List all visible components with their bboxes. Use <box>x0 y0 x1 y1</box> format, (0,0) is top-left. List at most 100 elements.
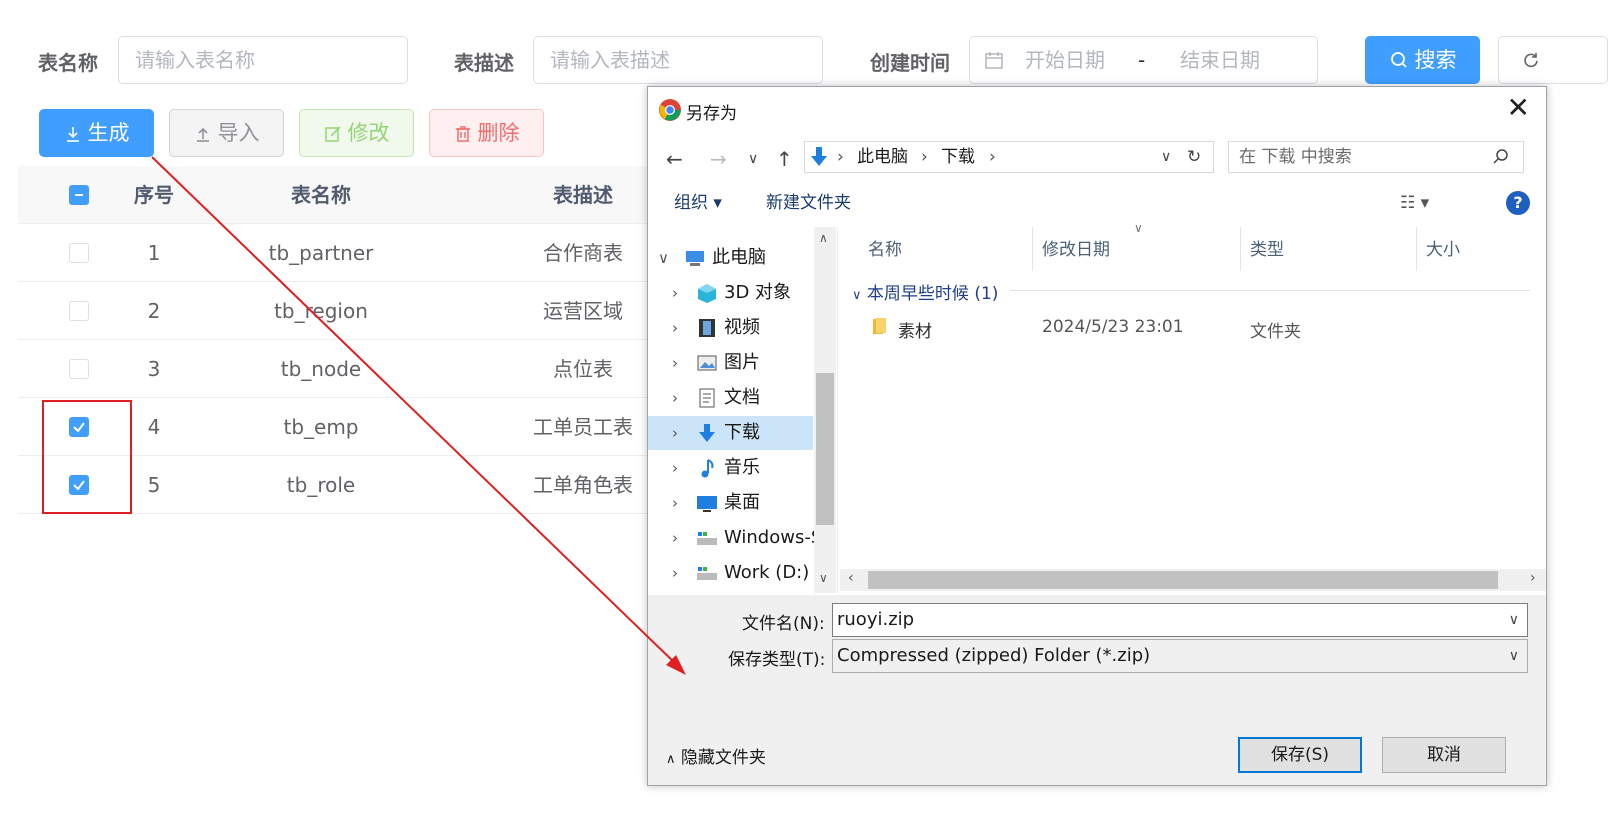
address-dropdown-icon[interactable]: ∨ <box>1161 142 1171 172</box>
breadcrumb-this-pc[interactable]: 此电脑 <box>857 142 908 172</box>
nav-item[interactable]: ∨ 此电脑 <box>648 241 813 275</box>
column-header-index: 序号 <box>134 183 174 207</box>
table-row[interactable]: 1 tb_partner 合作商表 <box>18 224 678 282</box>
breadcrumb-downloads[interactable]: 下载 <box>941 142 975 172</box>
dialog-toolbar: 组织 ▾ 新建文件夹 ☷ ▾ ? <box>648 183 1546 223</box>
recent-locations-icon[interactable]: ∨ <box>748 151 758 167</box>
calendar-icon <box>985 52 1003 69</box>
nav-item[interactable]: › Windows-S <box>648 521 822 555</box>
new-folder-button[interactable]: 新建文件夹 <box>766 183 851 223</box>
chrome-icon <box>659 99 681 121</box>
group-divider <box>1010 290 1530 291</box>
group-header[interactable]: ∨ 本周早些时候 (1) <box>852 279 998 304</box>
chevron-right-icon[interactable]: › <box>672 416 678 450</box>
chevron-down-icon[interactable]: ∨ <box>658 241 669 275</box>
refresh-icon[interactable]: ↻ <box>1187 142 1201 172</box>
table-row[interactable]: 2 tb_region 运营区域 <box>18 282 678 340</box>
organize-menu[interactable]: 组织 ▾ <box>674 183 722 223</box>
chevron-right-icon[interactable]: › <box>672 556 678 590</box>
table-name-input[interactable]: 请输入表名称 <box>118 36 408 84</box>
create-time-label: 创建时间 <box>870 51 950 75</box>
select-all-checkbox[interactable] <box>69 185 89 205</box>
table-row[interactable]: 3 tb_node 点位表 <box>18 340 678 398</box>
search-icon <box>1493 149 1508 164</box>
scroll-right-icon[interactable]: › <box>1530 570 1536 586</box>
filename-label: 文件名(N): <box>742 614 825 634</box>
file-modified: 2024/5/23 23:01 <box>1042 317 1184 337</box>
close-icon[interactable]: ✕ <box>1507 93 1530 123</box>
dialog-search-input[interactable]: 在 下载 中搜索 <box>1228 141 1524 173</box>
nav-item[interactable]: › 3D 对象 <box>648 276 813 310</box>
import-button[interactable]: 导入 <box>169 109 284 157</box>
cell-index: 3 <box>147 357 161 381</box>
search-button[interactable]: 搜索 <box>1365 36 1480 84</box>
scrollbar-thumb[interactable] <box>816 373 834 525</box>
filetype-select[interactable]: Compressed (zipped) Folder (*.zip) ∨ <box>832 639 1528 673</box>
chevron-right-icon[interactable]: › <box>672 381 678 415</box>
help-icon[interactable]: ? <box>1506 191 1530 215</box>
back-icon[interactable]: ← <box>666 147 683 171</box>
date-range-picker[interactable]: 开始日期 - 结束日期 <box>969 36 1318 84</box>
chevron-right-icon[interactable]: › <box>672 311 678 345</box>
row-checkbox[interactable] <box>69 301 89 321</box>
nav-item[interactable]: › 图片 <box>648 346 813 380</box>
upload-icon <box>196 127 209 142</box>
address-bar[interactable]: › 此电脑 › 下载 › ∨ ↻ <box>804 141 1214 173</box>
nav-item[interactable]: › 文档 <box>648 381 813 415</box>
breadcrumb-chevron-icon: › <box>921 147 928 167</box>
chevron-right-icon[interactable]: › <box>672 451 678 485</box>
cell-name: tb_node <box>280 357 362 381</box>
forward-icon[interactable]: → <box>710 147 727 171</box>
row-checkbox[interactable] <box>69 359 89 379</box>
delete-button[interactable]: 删除 <box>429 109 544 157</box>
chevron-right-icon[interactable]: › <box>672 521 678 555</box>
drive-icon <box>697 532 717 545</box>
nav-item[interactable]: › 音乐 <box>648 451 813 485</box>
nav-item-label: 文档 <box>724 387 760 408</box>
scroll-down-icon[interactable]: ∨ <box>819 571 828 585</box>
end-date-input[interactable]: 结束日期 <box>1180 37 1260 83</box>
nav-item[interactable]: › 下载 <box>648 416 813 450</box>
import-button-label: 导入 <box>217 121 260 145</box>
nav-item[interactable]: › Work (D:) <box>648 556 813 590</box>
column-size[interactable]: 大小 <box>1426 235 1460 260</box>
column-type[interactable]: 类型 <box>1250 235 1284 260</box>
view-options-icon[interactable]: ☷ ▾ <box>1400 183 1429 223</box>
cell-name: tb_emp <box>283 415 359 439</box>
filename-input[interactable]: ruoyi.zip ∨ <box>832 603 1528 637</box>
column-separator <box>1416 227 1417 271</box>
reset-button[interactable] <box>1498 36 1608 84</box>
nav-item[interactable]: › 桌面 <box>648 486 813 520</box>
up-icon[interactable]: ↑ <box>776 147 793 171</box>
navigation-scrollbar[interactable]: ∧ ∨ <box>814 227 836 593</box>
group-label: 本周早些时候 (1) <box>866 284 999 304</box>
nav-item-label: 图片 <box>724 352 760 373</box>
edit-button-label: 修改 <box>347 121 390 145</box>
nav-item-label: 音乐 <box>724 457 760 478</box>
table-header: 序号 表名称 表描述 <box>18 166 678 224</box>
column-modified[interactable]: 修改日期 <box>1042 235 1110 260</box>
chevron-right-icon[interactable]: › <box>672 486 678 520</box>
chevron-up-icon: ∧ <box>666 752 676 767</box>
scroll-left-icon[interactable]: ‹ <box>848 570 854 586</box>
hide-folders-label: 隐藏文件夹 <box>680 748 766 768</box>
scroll-up-icon[interactable]: ∧ <box>819 231 828 245</box>
start-date-input[interactable]: 开始日期 <box>1025 37 1105 83</box>
generate-button[interactable]: 生成 <box>39 109 154 157</box>
scrollbar-thumb[interactable] <box>868 571 1498 589</box>
nav-item-label: 下载 <box>724 422 760 443</box>
column-name[interactable]: 名称 <box>868 235 902 260</box>
horizontal-scrollbar[interactable]: ‹ › <box>840 569 1546 591</box>
cube-icon <box>698 284 716 303</box>
row-checkbox[interactable] <box>69 243 89 263</box>
save-button[interactable]: 保存(S) <box>1238 737 1362 773</box>
chevron-right-icon[interactable]: › <box>672 276 678 310</box>
nav-item[interactable]: › 视频 <box>648 311 813 345</box>
edit-icon <box>324 126 341 142</box>
edit-button[interactable]: 修改 <box>299 109 414 157</box>
table-desc-input[interactable]: 请输入表描述 <box>533 36 823 84</box>
chevron-right-icon[interactable]: › <box>672 346 678 380</box>
cancel-button[interactable]: 取消 <box>1382 737 1506 773</box>
chevron-down-icon[interactable]: ∨ <box>1509 604 1519 636</box>
hide-folders-toggle[interactable]: ∧ 隐藏文件夹 <box>666 743 766 768</box>
